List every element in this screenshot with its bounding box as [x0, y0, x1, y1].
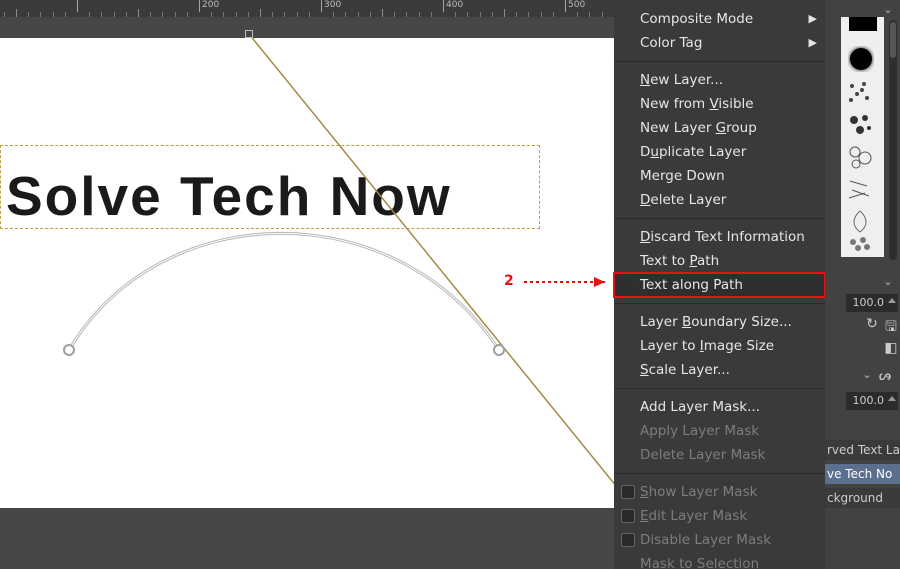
layer-name: ckground — [827, 491, 883, 505]
menu-mask-to-selection: Mask to Selection — [614, 552, 825, 569]
menu-disable-layer-mask: Disable Layer Mask — [614, 528, 825, 552]
menu-label: Discard Text Information — [640, 229, 805, 245]
dropdown-chevron-icon[interactable]: ⌄ — [860, 368, 874, 382]
brush-splats-icon[interactable] — [847, 112, 873, 138]
ruler-tick — [443, 0, 444, 12]
panel-collapse-chevron-icon[interactable]: ⌄ — [881, 275, 895, 289]
menu-new-from-visible[interactable]: New from Visible — [614, 92, 825, 116]
menu-show-layer-mask: Show Layer Mask — [614, 480, 825, 504]
detach-icon[interactable]: ◧ — [882, 340, 900, 358]
menu-scale-layer[interactable]: Scale Layer... — [614, 358, 825, 382]
layer-name: rved Text La — [827, 443, 900, 457]
menu-label: Composite Mode — [640, 11, 753, 27]
ruler-tick — [565, 0, 566, 12]
menu-duplicate-layer[interactable]: Duplicate Layer — [614, 140, 825, 164]
menu-label: Delete Layer — [640, 192, 726, 208]
menu-label: Disable Layer Mask — [640, 532, 771, 548]
opacity-spinner-1[interactable]: 100.0 — [846, 294, 898, 312]
menu-composite-mode[interactable]: Composite Mode ▶ — [614, 7, 825, 31]
layer-row-tech-now[interactable]: ve Tech No — [825, 464, 900, 484]
rotate-icon[interactable]: ↻ — [863, 316, 881, 334]
brush-confetti-icon[interactable] — [847, 80, 873, 106]
annotation-label-2: 2 — [504, 273, 514, 289]
menu-label: New Layer Group — [640, 120, 757, 136]
ruler-tick — [321, 0, 322, 12]
menu-label: Show Layer Mask — [640, 484, 757, 500]
brush-swatch[interactable] — [849, 17, 877, 31]
menu-label: Mask to Selection — [640, 556, 759, 569]
save-icon[interactable]: 🖫 — [882, 316, 900, 334]
menu-label: Text along Path — [640, 277, 743, 293]
layer-name: ve Tech No — [827, 467, 892, 481]
menu-layer-to-image-size[interactable]: Layer to Image Size — [614, 334, 825, 358]
menu-label: New from Visible — [640, 96, 754, 112]
menu-label: Color Tag — [640, 35, 702, 51]
brush-sponge-icon[interactable] — [847, 235, 873, 255]
brush-vegetal-icon[interactable] — [847, 208, 873, 234]
ruler-number: 400 — [446, 0, 463, 10]
menu-label: Add Layer Mask... — [640, 399, 760, 415]
menu-new-layer[interactable]: New Layer... — [614, 68, 825, 92]
menu-label: Scale Layer... — [640, 362, 730, 378]
menu-delete-layer-mask: Delete Layer Mask — [614, 443, 825, 467]
layer-row-curved-text[interactable]: rved Text La — [825, 440, 900, 460]
menu-label: Text to Path — [640, 253, 719, 269]
menu-label: Merge Down — [640, 168, 725, 184]
brush-cell-icon[interactable] — [847, 144, 873, 170]
opacity-spinner-2[interactable]: 100.0 — [846, 392, 898, 410]
menu-text-along-path[interactable]: Text along Path — [614, 273, 825, 297]
brush-chalk-icon[interactable] — [847, 176, 873, 202]
submenu-arrow-icon: ▶ — [809, 36, 817, 50]
path-anchor-right[interactable] — [493, 344, 505, 356]
ruler-tick — [77, 0, 78, 12]
panel-menu-chevron-icon[interactable]: ⌄ — [881, 3, 895, 17]
menu-color-tag[interactable]: Color Tag ▶ — [614, 31, 825, 55]
ruler-number: 200 — [202, 0, 219, 10]
ruler-tick — [199, 0, 200, 12]
menu-discard-text[interactable]: Discard Text Information — [614, 225, 825, 249]
menu-layer-boundary-size[interactable]: Layer Boundary Size... — [614, 310, 825, 334]
brush-soft-round-icon[interactable] — [848, 46, 874, 72]
menu-label: Apply Layer Mask — [640, 423, 759, 439]
menu-add-layer-mask[interactable]: Add Layer Mask... — [614, 395, 825, 419]
layer-context-menu: Composite Mode ▶ Color Tag ▶ New Layer..… — [614, 0, 825, 569]
menu-apply-layer-mask: Apply Layer Mask — [614, 419, 825, 443]
canvas-paper[interactable] — [0, 38, 614, 508]
menu-label: New Layer... — [640, 72, 723, 88]
opacity-value: 100.0 — [853, 394, 885, 407]
menu-edit-layer-mask: Edit Layer Mask — [614, 504, 825, 528]
path-handle-top[interactable] — [245, 30, 253, 38]
menu-merge-down[interactable]: Merge Down — [614, 164, 825, 188]
menu-label: Duplicate Layer — [640, 144, 746, 160]
right-dock-panel: ⌄ ⌄ 100.0 ↻ 🖫 ◧ ⌄ ᔕ ⌄ 100.0 rved Text La — [825, 0, 900, 569]
layer-row-background[interactable]: ckground — [825, 488, 900, 508]
menu-new-layer-group[interactable]: New Layer Group — [614, 116, 825, 140]
menu-delete-layer[interactable]: Delete Layer — [614, 188, 825, 212]
path-anchor-left[interactable] — [63, 344, 75, 356]
opacity-value: 100.0 — [853, 296, 885, 309]
menu-label: Delete Layer Mask — [640, 447, 765, 463]
ruler-number: 300 — [324, 0, 341, 10]
ruler-number: 500 — [568, 0, 585, 10]
dropdown-chevron-icon[interactable]: ⌄ — [881, 368, 895, 382]
menu-label: Layer to Image Size — [640, 338, 774, 354]
canvas-text-layer[interactable]: Solve Tech Now — [6, 164, 452, 228]
menu-text-to-path[interactable]: Text to Path — [614, 249, 825, 273]
submenu-arrow-icon: ▶ — [809, 12, 817, 26]
brush-scrollbar[interactable] — [889, 20, 897, 260]
menu-label: Layer Boundary Size... — [640, 314, 792, 330]
menu-label: Edit Layer Mask — [640, 508, 747, 524]
